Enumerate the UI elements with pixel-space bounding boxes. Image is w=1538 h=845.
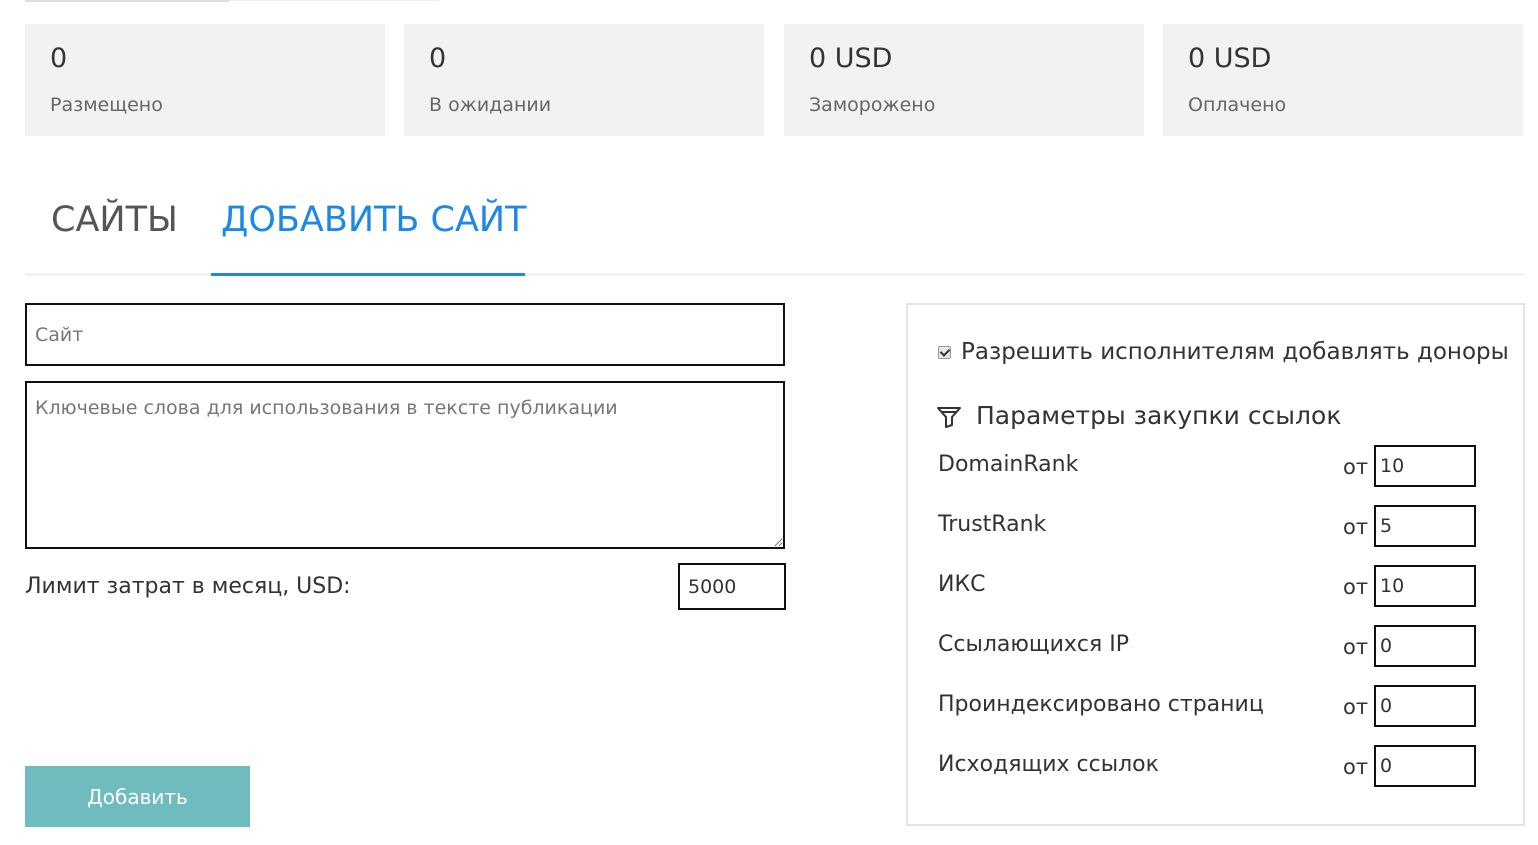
stat-value: 0 USD [809, 43, 893, 74]
allow-donors-label: Разрешить исполнителям добавлять доноры [961, 339, 1509, 365]
param-row-referring-ips: Ссылающихся IP от [938, 625, 1483, 667]
monthly-limit-label: Лимит затрат в месяц, USD: [25, 574, 351, 599]
stat-card-paid: 0 USD Оплачено [1163, 24, 1523, 136]
stat-label: Размещено [50, 94, 163, 116]
stat-value: 0 [50, 43, 68, 74]
funnel-icon [937, 407, 961, 428]
param-row-indexed-pages: Проиндексировано страниц от [938, 685, 1483, 727]
params-title: Параметры закупки ссылок [976, 401, 1342, 430]
domainrank-min-input[interactable] [1374, 445, 1476, 487]
trustrank-min-input[interactable] [1374, 505, 1476, 547]
stat-value: 0 [429, 43, 447, 74]
add-site-button[interactable]: Добавить [25, 766, 250, 827]
monthly-limit-input[interactable] [678, 563, 786, 610]
param-label: TrustRank [938, 512, 1047, 537]
stat-label: В ожидании [429, 94, 552, 116]
tab-sites[interactable]: САЙТЫ [51, 196, 178, 244]
top-progress-strip [25, 0, 229, 2]
param-from-label: от [1343, 455, 1369, 479]
param-label: Проиндексировано страниц [938, 692, 1264, 717]
param-row-trustrank: TrustRank от [938, 505, 1483, 547]
param-from-label: от [1343, 755, 1369, 779]
indexed-pages-min-input[interactable] [1374, 685, 1476, 727]
allow-donors-checkbox[interactable] [938, 345, 951, 359]
active-tab-indicator [211, 273, 525, 276]
stat-value: 0 USD [1188, 43, 1272, 74]
stat-label: Заморожено [809, 94, 936, 116]
site-input[interactable] [25, 303, 785, 366]
param-row-outgoing-links: Исходящих ссылок от [938, 745, 1483, 787]
stat-card-frozen: 0 USD Заморожено [784, 24, 1144, 136]
stat-card-pending: 0 В ожидании [404, 24, 764, 136]
outgoing-links-min-input[interactable] [1374, 745, 1476, 787]
param-from-label: от [1343, 695, 1369, 719]
param-from-label: от [1343, 575, 1369, 599]
param-label: Ссылающихся IP [938, 632, 1130, 657]
allow-donors-row[interactable]: Разрешить исполнителям добавлять доноры [938, 337, 1509, 367]
params-heading: Параметры закупки ссылок [936, 400, 1341, 432]
param-label: DomainRank [938, 452, 1079, 477]
link-params-panel: Разрешить исполнителям добавлять доноры … [906, 303, 1525, 826]
referring-ips-min-input[interactable] [1374, 625, 1476, 667]
keywords-textarea[interactable] [25, 381, 785, 549]
param-label: Исходящих ссылок [938, 752, 1159, 777]
iks-min-input[interactable] [1374, 565, 1476, 607]
tab-add-site[interactable]: ДОБАВИТЬ САЙТ [221, 196, 527, 244]
param-label: ИКС [938, 572, 986, 597]
stat-card-placed: 0 Размещено [25, 24, 385, 136]
param-from-label: от [1343, 515, 1369, 539]
param-row-domainrank: DomainRank от [938, 445, 1483, 487]
stat-label: Оплачено [1188, 94, 1287, 116]
param-row-iks: ИКС от [938, 565, 1483, 607]
param-from-label: от [1343, 635, 1369, 659]
top-progress-strip-track [229, 0, 439, 1]
